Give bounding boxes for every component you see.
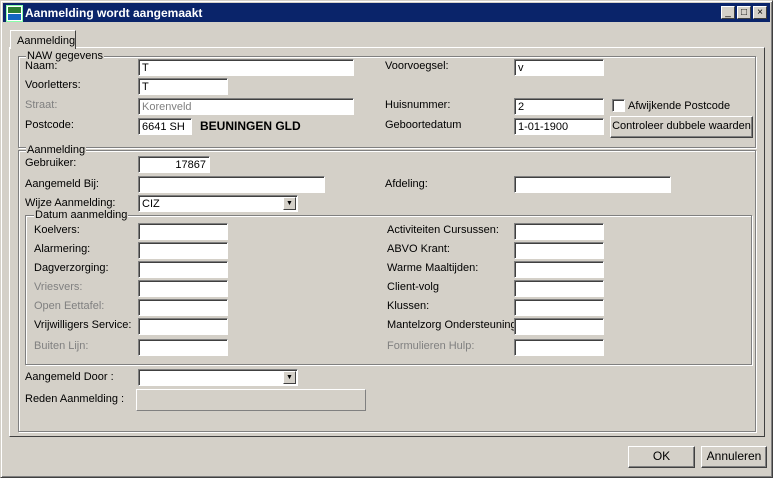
geboortedatum-input[interactable]: 1-01-1900 [514,118,604,135]
datum-right-input[interactable] [514,261,604,278]
postcode-input[interactable]: 6641 SH [138,118,192,135]
datum-right-label: Klussen: [387,300,430,312]
afdeling-label: Afdeling: [385,178,428,190]
aanmelding-group-title: Aanmelding [26,144,87,156]
datum-aanmelding-group-title: Datum aanmelding [34,209,129,221]
tab-aanmelding[interactable]: Aanmelding [10,30,76,49]
datum-right-input[interactable] [514,318,604,335]
geboortedatum-label: Geboortedatum [385,119,462,131]
voorletters-label: Voorletters: [25,79,81,91]
aangemeld-door-select[interactable]: ▼ [138,369,298,386]
voorvoegsel-label: Voorvoegsel: [385,60,449,72]
naam-input[interactable]: T [138,59,354,76]
afwijkende-postcode-label[interactable]: Afwijkende Postcode [628,100,730,113]
datum-right-input[interactable] [514,223,604,240]
voorletters-input[interactable]: T [138,78,228,95]
datum-left-input [138,280,228,297]
datum-right-label: Formulieren Hulp: [387,340,475,352]
annuleren-button[interactable]: Annuleren [701,446,767,468]
voorvoegsel-input[interactable]: v [514,59,604,76]
datum-left-input[interactable] [138,318,228,335]
datum-right-input[interactable] [514,242,604,259]
aangemeld-bij-label: Aangemeld Bij: [25,178,99,190]
straat-input: Korenveld [138,98,354,115]
datum-left-label: Alarmering: [34,243,91,255]
wijze-aanmelding-value: CIZ [142,198,160,210]
huisnummer-label: Huisnummer: [385,99,451,111]
maximize-button[interactable]: □ [737,6,751,19]
chevron-down-icon[interactable]: ▼ [283,197,296,210]
gebruiker-label: Gebruiker: [25,157,77,169]
datum-left-label: Buiten Lijn: [34,340,89,352]
datum-right-label: Client-volg [387,281,439,293]
datum-right-label: Mantelzorg Ondersteuning: [387,319,520,331]
ok-button[interactable]: OK [628,446,695,468]
datum-left-label: Vriesvers: [34,281,83,293]
close-button[interactable]: × [753,6,767,19]
datum-right-label: ABVO Krant: [387,243,450,255]
straat-label: Straat: [25,99,58,111]
wijze-aanmelding-select[interactable]: CIZ ▼ [138,195,298,212]
datum-left-input [138,299,228,316]
datum-right-input[interactable] [514,280,604,297]
tab-panel: NAW gegevens Naam: T Voorvoegsel: v Voor… [9,47,765,437]
controleer-dubbele-waarden-button[interactable]: Controleer dubbele waarden [610,116,753,138]
minimize-button[interactable]: _ [721,6,735,19]
datum-left-label: Dagverzorging: [34,262,109,274]
aangemeld-door-label: Aangemeld Door : [25,371,114,383]
datum-left-input[interactable] [138,223,228,240]
reden-aanmelding-label: Reden Aanmelding : [25,393,125,405]
huisnummer-input[interactable]: 2 [514,98,604,115]
datum-left-input [138,339,228,356]
afwijkende-postcode-checkbox[interactable] [612,99,625,112]
datum-right-input[interactable] [514,299,604,316]
datum-left-label: Vrijwilligers Service: [34,319,132,331]
reden-aanmelding-input [136,389,366,411]
afdeling-input[interactable] [514,176,671,193]
window-title: Aanmelding wordt aangemaakt [25,6,203,20]
chevron-down-icon[interactable]: ▼ [283,371,296,384]
gebruiker-input[interactable]: 17867 [138,156,210,173]
aangemeld-bij-input[interactable] [138,176,325,193]
dialog-window: Aanmelding wordt aangemaakt _ □ × Aanmel… [0,0,773,478]
datum-left-input[interactable] [138,242,228,259]
datum-left-label: Open Eettafel: [34,300,105,312]
title-bar[interactable]: Aanmelding wordt aangemaakt _ □ × [3,3,770,22]
app-icon [6,5,23,22]
datum-right-label: Warme Maaltijden: [387,262,479,274]
naam-label: Naam: [25,60,58,72]
datum-right-input [514,339,604,356]
datum-left-input[interactable] [138,261,228,278]
postcode-label: Postcode: [25,119,74,131]
plaats-value: BEUNINGEN GLD [200,119,301,133]
datum-right-label: Activiteiten Cursussen: [387,224,499,236]
datum-left-label: Koelvers: [34,224,80,236]
